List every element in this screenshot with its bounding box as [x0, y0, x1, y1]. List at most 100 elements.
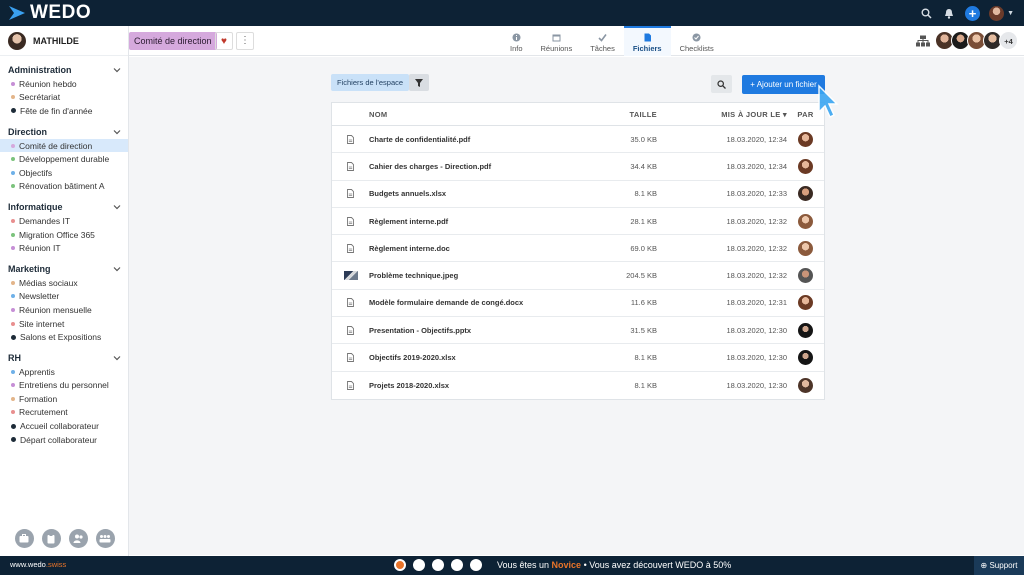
- chevron-down-icon[interactable]: [113, 128, 121, 136]
- sidebar-section-header[interactable]: Direction: [0, 125, 128, 139]
- progress-step[interactable]: [413, 559, 425, 571]
- sidebar-item[interactable]: Départ collaborateur: [0, 433, 128, 447]
- avatar[interactable]: [798, 158, 813, 174]
- file-name[interactable]: Règlement interne.doc: [369, 244, 595, 253]
- space-name[interactable]: Comité de direction: [129, 32, 217, 50]
- chevron-down-icon[interactable]: [113, 66, 121, 74]
- add-icon[interactable]: +: [965, 5, 981, 21]
- progress-step[interactable]: [394, 559, 406, 571]
- avatar[interactable]: [798, 240, 813, 256]
- file-name[interactable]: Problème technique.jpeg: [369, 271, 595, 280]
- file-name[interactable]: Modèle formulaire demande de congé.docx: [369, 298, 595, 307]
- file-name[interactable]: Projets 2018-2020.xlsx: [369, 381, 595, 390]
- tab-réunions[interactable]: Réunions: [532, 26, 582, 56]
- file-name[interactable]: Presentation - Objectifs.pptx: [369, 326, 595, 335]
- avatar[interactable]: [989, 5, 1005, 21]
- clipboard-icon[interactable]: [41, 529, 61, 548]
- sidebar-item[interactable]: Salons et Expositions: [0, 330, 128, 344]
- user-profile[interactable]: MATHILDE: [0, 26, 128, 56]
- progress-step[interactable]: [470, 559, 482, 571]
- avatar[interactable]: [798, 213, 813, 229]
- file-name[interactable]: Cahier des charges - Direction.pdf: [369, 162, 595, 171]
- avatar[interactable]: [798, 268, 813, 284]
- table-row[interactable]: Cahier des charges - Direction.pdf 34.4 K…: [332, 153, 824, 181]
- sidebar-item[interactable]: Formation: [0, 392, 128, 406]
- table-row[interactable]: Projets 2018-2020.xlsx 8.1 KB 18.03.2020, …: [332, 372, 824, 399]
- progress-step[interactable]: [451, 559, 463, 571]
- sidebar-section-header[interactable]: Administration: [0, 63, 128, 77]
- sidebar-item[interactable]: Médias sociaux: [0, 276, 128, 290]
- favorite-heart-icon[interactable]: ♥: [215, 32, 233, 50]
- sidebar-item[interactable]: Fête de fin d'année: [0, 104, 128, 118]
- support-button[interactable]: ⊕ Support: [974, 556, 1024, 575]
- table-row[interactable]: Règlement interne.doc 69.0 KB 18.03.2020, …: [332, 235, 824, 263]
- filter-icon[interactable]: [409, 74, 429, 91]
- sidebar-item[interactable]: Demandes IT: [0, 214, 128, 228]
- column-size[interactable]: TAILLE: [595, 110, 657, 119]
- search-icon[interactable]: [919, 6, 933, 20]
- sidebar-section-header[interactable]: Informatique: [0, 200, 128, 214]
- table-row[interactable]: Charte de confidentialité.pdf 35.0 KB 18.0…: [332, 126, 824, 154]
- briefcase-icon[interactable]: [14, 529, 34, 548]
- table-row[interactable]: Modèle formulaire demande de congé.docx 1…: [332, 290, 824, 318]
- file-name[interactable]: Règlement interne.pdf: [369, 217, 595, 226]
- avatar[interactable]: [798, 131, 813, 147]
- column-updated[interactable]: MIS À JOUR LE ▾: [657, 110, 787, 119]
- sidebar-item[interactable]: Objectifs: [0, 166, 128, 180]
- sidebar-section-header[interactable]: RH: [0, 351, 128, 365]
- avatar[interactable]: [798, 186, 813, 202]
- file-size: 28.1 KB: [630, 216, 657, 226]
- avatar[interactable]: [798, 377, 813, 393]
- sidebar-item[interactable]: Réunion IT: [0, 241, 128, 255]
- file-name[interactable]: Budgets annuels.xlsx: [369, 189, 595, 198]
- logo[interactable]: WEDO: [8, 2, 91, 23]
- sidebar-section-header[interactable]: Marketing: [0, 262, 128, 276]
- table-row[interactable]: Problème technique.jpeg 204.5 KB 18.03.202…: [332, 262, 824, 290]
- tab-info[interactable]: Info: [501, 26, 532, 56]
- sidebar-item[interactable]: Développement durable: [0, 152, 128, 166]
- space-files-filter[interactable]: Fichiers de l'espace: [331, 74, 410, 91]
- avatar[interactable]: [798, 322, 813, 338]
- file-name[interactable]: Charte de confidentialité.pdf: [369, 135, 595, 144]
- sidebar-item[interactable]: Entretiens du personnel: [0, 379, 128, 393]
- tab-tâches[interactable]: Tâches: [581, 26, 624, 56]
- chevron-down-icon[interactable]: ▼: [1007, 10, 1014, 17]
- sidebar-item[interactable]: Apprentis: [0, 365, 128, 379]
- sidebar-item[interactable]: Accueil collaborateur: [0, 419, 128, 433]
- progress-step[interactable]: [432, 559, 444, 571]
- add-file-button[interactable]: + Ajouter un fichier: [742, 75, 825, 94]
- sidebar-item[interactable]: Réunion hebdo: [0, 77, 128, 91]
- file-size: 11.6 KB: [630, 298, 657, 308]
- org-chart-icon[interactable]: [916, 35, 930, 47]
- table-row[interactable]: Budgets annuels.xlsx 8.1 KB 18.03.2020, 12…: [332, 181, 824, 208]
- avatar[interactable]: [798, 350, 813, 366]
- footer-url[interactable]: www.wedo.swiss: [10, 560, 66, 569]
- file-name[interactable]: Objectifs 2019-2020.xlsx: [369, 353, 595, 362]
- search-icon[interactable]: [711, 75, 732, 93]
- tab-fichiers[interactable]: Fichiers: [623, 26, 671, 56]
- table-row[interactable]: Objectifs 2019-2020.xlsx 8.1 KB 18.03.2020…: [332, 344, 824, 372]
- calendar-icon: [552, 34, 561, 42]
- tab-checklists[interactable]: Checklists: [671, 26, 723, 56]
- sidebar-item[interactable]: Newsletter: [0, 290, 128, 304]
- chevron-down-icon[interactable]: [113, 203, 121, 211]
- more-options-icon[interactable]: ⋮: [236, 32, 254, 50]
- bell-icon[interactable]: [942, 6, 956, 20]
- team-icon[interactable]: [95, 529, 115, 548]
- sidebar-item[interactable]: Rénovation bâtiment A: [0, 180, 128, 194]
- sidebar-item[interactable]: Comité de direction: [0, 138, 128, 153]
- avatar[interactable]: [798, 295, 813, 311]
- file-size: 204.5 KB: [626, 271, 657, 281]
- sidebar-item[interactable]: Réunion mensuelle: [0, 303, 128, 317]
- table-row[interactable]: Presentation - Objectifs.pptx 31.5 KB 18.0…: [332, 317, 824, 345]
- more-members-badge[interactable]: +4: [999, 31, 1018, 50]
- sidebar-item[interactable]: Recrutement: [0, 406, 128, 420]
- chevron-down-icon[interactable]: [113, 265, 121, 273]
- column-name[interactable]: NOM: [369, 110, 595, 119]
- table-row[interactable]: Règlement interne.pdf 28.1 KB 18.03.2020, …: [332, 208, 824, 236]
- sidebar-item[interactable]: Site internet: [0, 317, 128, 331]
- sidebar-item[interactable]: Secrétariat: [0, 91, 128, 105]
- users-icon[interactable]: [68, 529, 88, 548]
- chevron-down-icon[interactable]: [113, 354, 121, 362]
- sidebar-item[interactable]: Migration Office 365: [0, 228, 128, 242]
